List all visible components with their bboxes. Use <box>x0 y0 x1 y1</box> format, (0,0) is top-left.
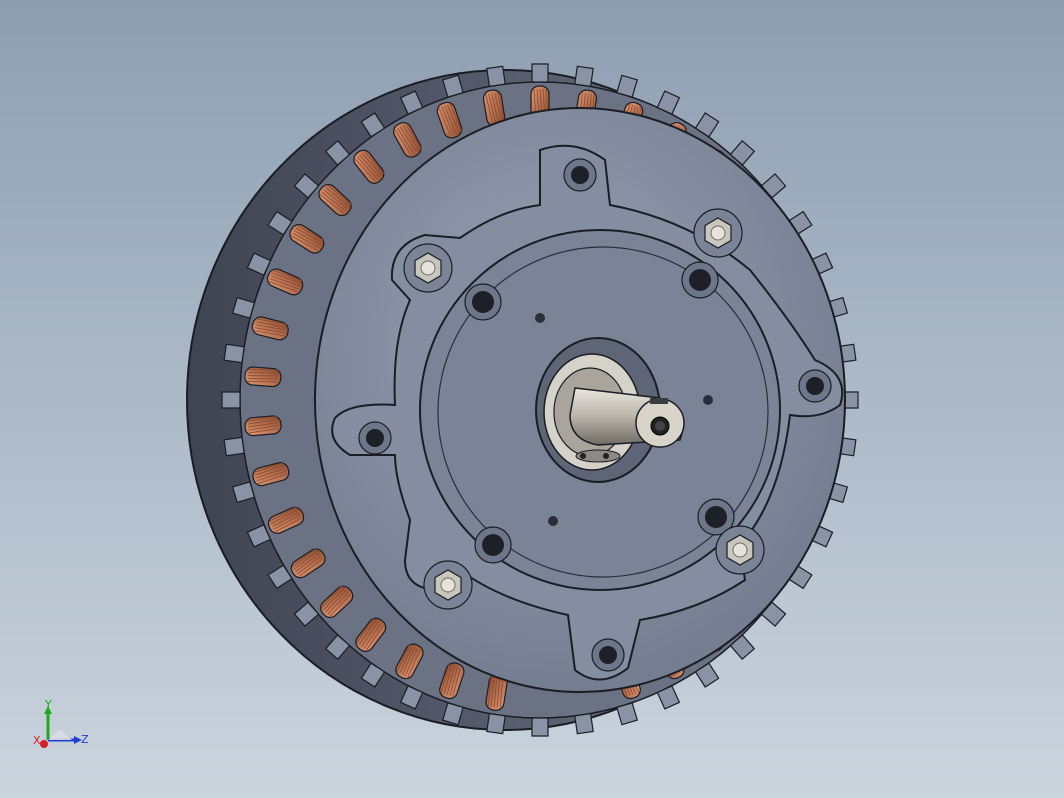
stator-tooth <box>221 391 241 409</box>
stator-tooth <box>486 65 506 88</box>
stator-tooth <box>616 74 639 98</box>
shaft-keyway <box>650 398 668 404</box>
winding-slot <box>244 415 282 437</box>
x-axis-label: X <box>33 734 41 747</box>
mounting-hole-bore <box>472 291 494 313</box>
stator-tooth <box>531 717 549 737</box>
hex-bolt <box>403 243 453 293</box>
coordinate-triad: Y X Z <box>33 700 89 748</box>
retaining-ring <box>575 449 621 463</box>
stator-tooth <box>531 63 549 83</box>
mounting-hole-bore <box>689 269 711 291</box>
z-axis-label: Z <box>81 733 89 746</box>
mounting-hole-bore <box>571 166 589 184</box>
mounting-hole-bore <box>599 646 617 664</box>
stator-tooth <box>486 712 506 735</box>
x-axis-dot <box>40 740 48 748</box>
stator-tooth <box>574 712 594 735</box>
hex-bolt <box>715 525 765 575</box>
stator-tooth <box>223 436 245 457</box>
triad-view-plane <box>48 730 72 740</box>
stator-tooth <box>223 343 245 364</box>
mounting-hole-bore <box>806 377 824 395</box>
hex-bolt <box>423 560 473 610</box>
motor-model[interactable] <box>0 0 1064 798</box>
mounting-hole-bore <box>482 534 504 556</box>
stator-tooth <box>616 702 639 726</box>
graphics-viewport[interactable]: Y X Z <box>0 0 1064 798</box>
winding-slot <box>244 366 282 388</box>
y-axis-label: Y <box>44 700 52 711</box>
shaft-center-hole-inner <box>655 421 665 431</box>
hex-bolt <box>693 208 743 258</box>
stator-tooth <box>574 65 594 88</box>
mounting-hole-bore <box>366 429 384 447</box>
mounting-hole-bore <box>705 506 727 528</box>
